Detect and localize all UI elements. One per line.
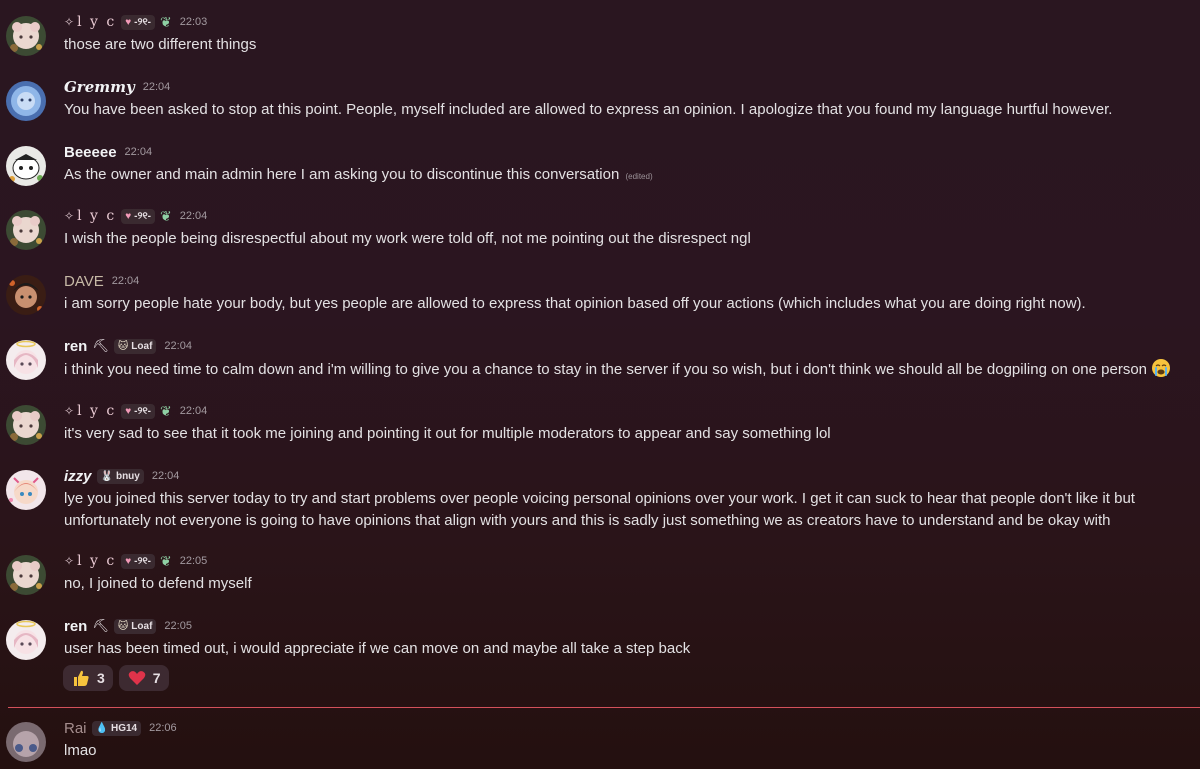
timestamp: 22:05 [164, 620, 192, 632]
role-tag[interactable]: ♥ -୨୧- [121, 553, 155, 569]
timestamp: 22:04 [151, 470, 180, 482]
avatar[interactable] [6, 81, 46, 121]
message-text: those are two different things [64, 36, 257, 53]
sparkle-icon: ✧ [64, 554, 75, 568]
username[interactable]: Rai [64, 720, 87, 737]
leaf-icon: ❦ [160, 13, 172, 30]
timestamp: 22:04 [124, 146, 153, 158]
username[interactable]: l y c [77, 208, 116, 224]
timestamp: 22:03 [179, 16, 208, 28]
avatar[interactable] [6, 146, 46, 186]
message-text: As the owner and main admin here I am as… [64, 166, 653, 183]
message-text: it's very sad to see that it took me joi… [64, 425, 831, 442]
cat-icon: 🐱 [117, 340, 129, 352]
message-text: You have been asked to stop at this poin… [64, 101, 1113, 118]
avatar[interactable] [6, 470, 46, 510]
avatar[interactable] [6, 722, 46, 762]
leaf-icon: ❦ [160, 207, 172, 224]
thumbs-up-icon [74, 670, 89, 686]
heart-icon: ♥ [125, 210, 132, 222]
avatar[interactable] [6, 340, 46, 380]
timestamp: 22:04 [142, 81, 171, 93]
role-tag[interactable]: ♥ -୨୧- [121, 403, 155, 419]
message-text: i think you need time to calm down and i… [64, 358, 1171, 381]
message-text: lye you joined this server today to try … [64, 490, 1135, 507]
timestamp: 22:06 [149, 722, 177, 734]
avatar[interactable] [6, 210, 46, 250]
role-tag[interactable]: 🐰 bnuy [96, 468, 144, 484]
heart-icon: ♥ [125, 555, 132, 567]
sparkle-icon: ✧ [64, 209, 75, 223]
sparkle-icon: ✧ [64, 15, 75, 29]
role-tag[interactable]: 🐱 Loaf [113, 338, 157, 354]
heart-icon: ♥ [125, 405, 132, 417]
heart-icon: ♥ [125, 16, 132, 28]
reaction-heart[interactable]: 7 [118, 665, 169, 691]
avatar[interactable] [6, 405, 46, 445]
username[interactable]: ren [64, 338, 87, 355]
leaf-icon: ❦ [160, 402, 172, 419]
timestamp: 22:04 [164, 340, 192, 352]
message-text: I wish the people being disrespectful ab… [64, 230, 751, 247]
droplet-icon: 💧 [95, 722, 108, 734]
username[interactable]: Beeeee [64, 144, 117, 161]
rabbit-icon: 🐰 [100, 470, 113, 482]
username[interactable]: l y c [77, 403, 116, 419]
role-tag[interactable]: 💧 HG14 [91, 720, 142, 736]
reactions-bar: 3 7 [63, 665, 169, 691]
reaction-thumbs-up[interactable]: 3 [63, 665, 113, 691]
username[interactable]: Gremmy [64, 78, 135, 96]
sparkle-icon: ✧ [64, 404, 75, 418]
timestamp: 22:04 [179, 210, 208, 222]
message-text: no, I joined to defend myself [64, 575, 252, 592]
heart-icon [128, 671, 146, 685]
role-tag[interactable]: 🐱 Loaf [113, 618, 157, 634]
message-text: user has been timed out, i would appreci… [64, 640, 691, 657]
pickaxe-icon: ⛏ [92, 618, 109, 633]
username[interactable]: izzy [64, 468, 92, 485]
avatar[interactable] [6, 555, 46, 595]
leaf-icon: ❦ [160, 552, 172, 569]
timestamp: 22:04 [179, 405, 208, 417]
pickaxe-icon: ⛏ [92, 338, 109, 353]
username[interactable]: l y c [77, 14, 116, 30]
avatar[interactable] [6, 16, 46, 56]
timestamp: 22:04 [111, 275, 140, 287]
role-tag[interactable]: ♥ -୨୧- [121, 208, 155, 224]
avatar[interactable] [6, 275, 46, 315]
message-text: lmao [64, 742, 97, 759]
message-text: i am sorry people hate your body, but ye… [64, 295, 1086, 312]
new-messages-divider [8, 707, 1200, 708]
username[interactable]: l y c [77, 553, 116, 569]
edited-label: (edited) [625, 172, 653, 181]
cat-icon: 🐱 [117, 620, 129, 632]
username[interactable]: DAVE [64, 273, 104, 290]
message-text-line-2: unfortunately not everyone is going to h… [64, 512, 1111, 529]
username[interactable]: ren [64, 618, 87, 635]
timestamp: 22:05 [179, 555, 208, 567]
crying-face-icon [1152, 359, 1171, 377]
role-tag[interactable]: ♥ -୨୧- [121, 14, 155, 30]
avatar[interactable] [6, 620, 46, 660]
